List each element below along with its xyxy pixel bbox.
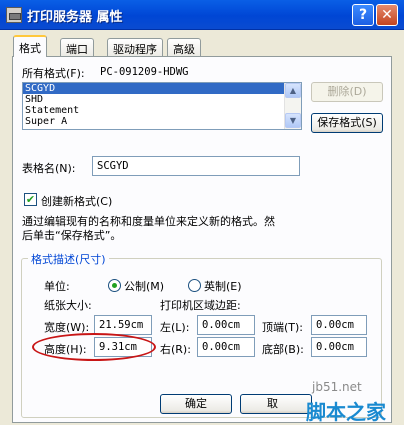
tab-advanced[interactable]: 高级 xyxy=(167,38,201,56)
server-name: PC-091209-HDWG xyxy=(100,66,189,78)
list-item[interactable]: SCGYD xyxy=(23,83,301,94)
metric-label: 公制(M) xyxy=(124,280,165,293)
right-margin-input[interactable]: 0.00cm xyxy=(197,337,255,357)
ok-button[interactable]: 确定 xyxy=(160,394,232,414)
tab-ports[interactable]: 端口 xyxy=(60,38,94,56)
scroll-up-icon[interactable]: ▲ xyxy=(285,83,301,98)
watermark-brand: 脚本之家 xyxy=(306,400,386,424)
bottom-margin-label: 底部(B): xyxy=(262,343,304,356)
highlight-ellipse xyxy=(32,333,156,361)
cancel-button[interactable]: 取 xyxy=(240,394,312,414)
scroll-down-icon[interactable]: ▼ xyxy=(285,113,301,128)
units-label: 单位: xyxy=(44,280,70,293)
listbox-scrollbar[interactable]: ▲ ▼ xyxy=(284,83,301,129)
printer-icon xyxy=(6,7,22,23)
close-button[interactable]: ✕ xyxy=(376,4,398,26)
top-margin-label: 顶端(T): xyxy=(262,321,304,334)
watermark-site: jb51.net xyxy=(312,380,362,394)
create-new-label: 创建新格式(C) xyxy=(41,195,113,208)
description-line-2: 后单击“保存格式”。 xyxy=(22,229,122,242)
create-new-checkbox[interactable]: ✔ xyxy=(24,193,37,206)
tab-drivers[interactable]: 驱动程序 xyxy=(107,38,163,56)
metric-radio[interactable] xyxy=(108,279,121,292)
save-form-button[interactable]: 保存格式(S) xyxy=(311,113,383,133)
help-button[interactable]: ? xyxy=(352,4,374,26)
right-margin-label: 右(R): xyxy=(160,343,191,356)
list-item[interactable]: SHD xyxy=(23,94,301,105)
left-margin-label: 左(L): xyxy=(160,321,190,334)
top-margin-input[interactable]: 0.00cm xyxy=(311,315,367,335)
tab-forms[interactable]: 格式 xyxy=(13,35,47,57)
form-name-label: 表格名(N): xyxy=(22,162,76,175)
width-input[interactable]: 21.59cm xyxy=(94,315,152,335)
all-forms-label: 所有格式(F): xyxy=(22,67,85,80)
list-item[interactable]: Super A xyxy=(23,116,301,127)
english-label: 英制(E) xyxy=(204,280,242,293)
list-item[interactable]: Statement xyxy=(23,105,301,116)
left-margin-input[interactable]: 0.00cm xyxy=(197,315,255,335)
form-name-input[interactable]: SCGYD xyxy=(92,156,300,176)
english-radio[interactable] xyxy=(188,279,201,292)
delete-button[interactable]: 删除(D) xyxy=(311,82,383,102)
forms-listbox[interactable]: SCGYD SHD Statement Super A xyxy=(22,82,302,130)
printer-margins-label: 打印机区域边距: xyxy=(160,299,241,312)
group-title: 格式描述(尺寸) xyxy=(28,251,109,267)
bottom-margin-input[interactable]: 0.00cm xyxy=(311,337,367,357)
window-title: 打印服务器 属性 xyxy=(27,10,123,25)
paper-size-label: 纸张大小: xyxy=(44,299,92,312)
